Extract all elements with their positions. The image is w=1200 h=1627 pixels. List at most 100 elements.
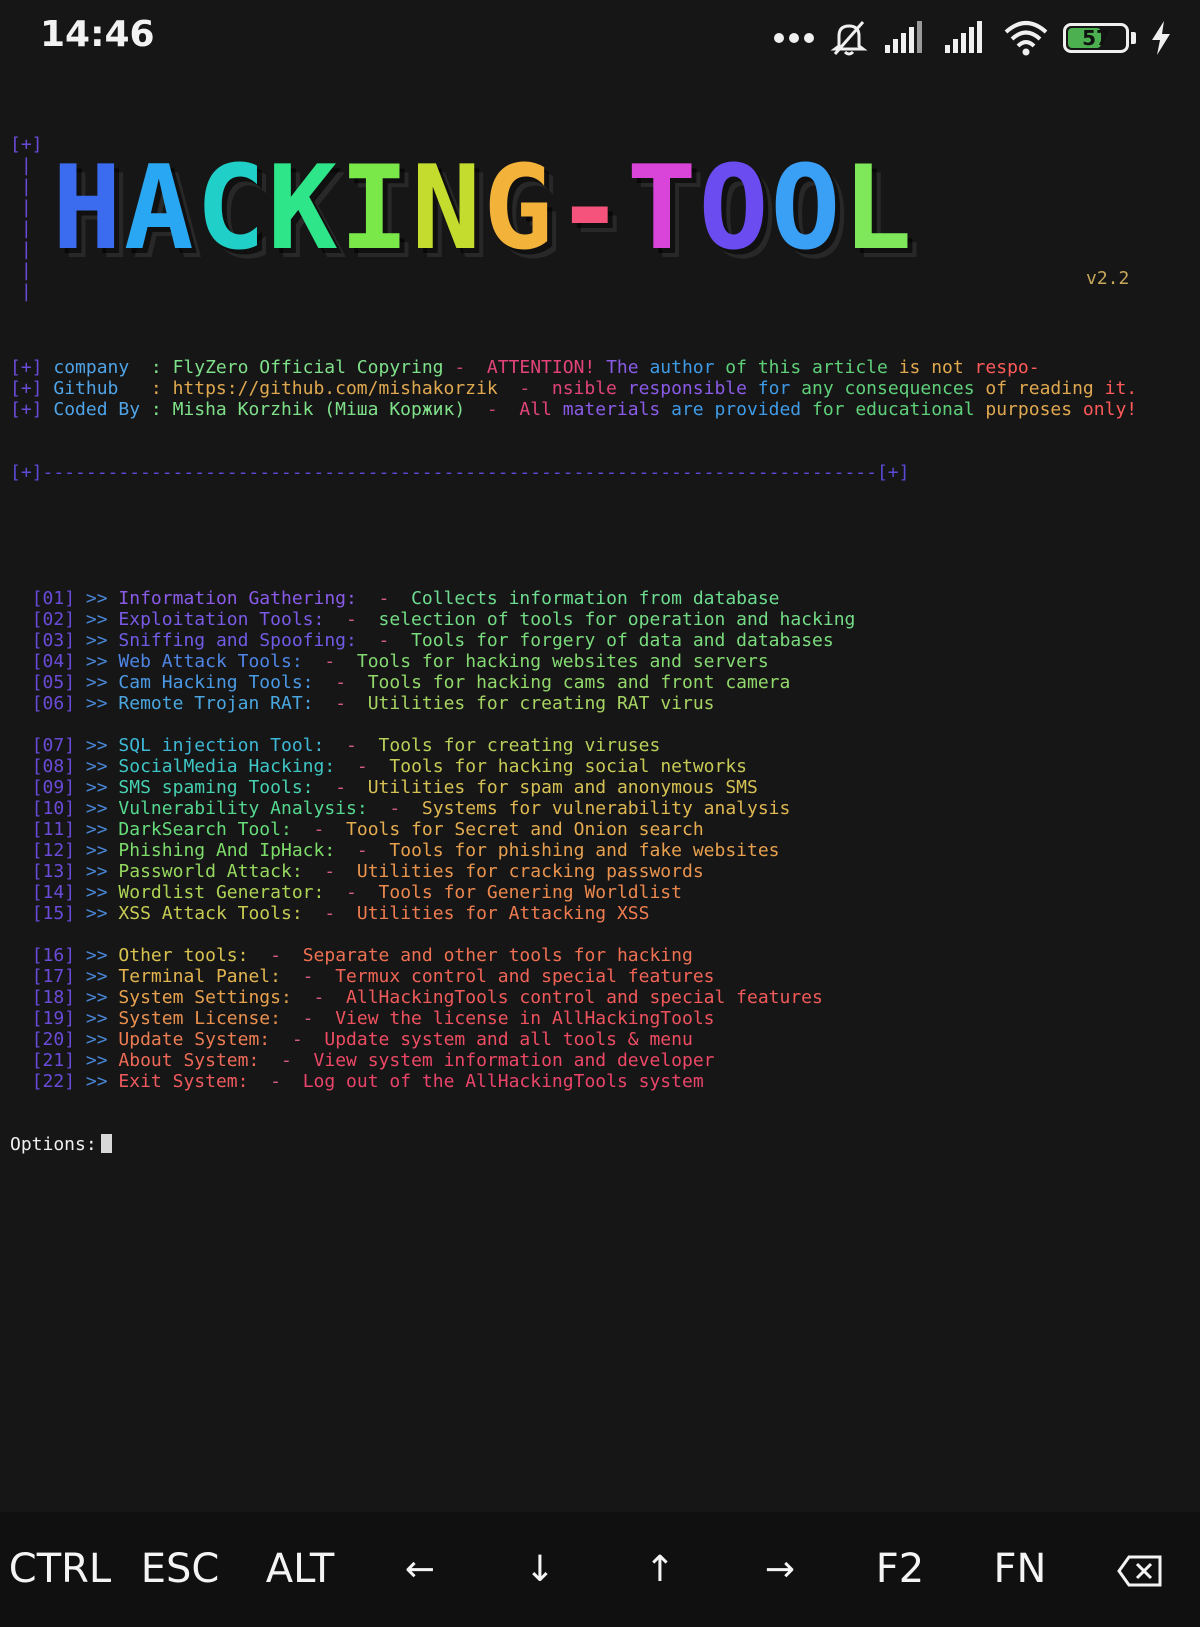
menu-item-number: [08]	[31, 756, 76, 777]
info-separator: [+]-------------------------------------…	[10, 462, 910, 483]
info-note: ATTENTION!	[486, 357, 596, 378]
menu-item[interactable]: [05] >> Cam Hacking Tools: - Tools for h…	[10, 672, 1190, 693]
menu-item[interactable]: [17] >> Terminal Panel: - Termux control…	[10, 966, 1190, 987]
menu-item-dash: -	[378, 588, 390, 609]
menu-indent	[10, 1071, 32, 1092]
menu-item[interactable]: [21] >> About System: - View system info…	[10, 1050, 1190, 1071]
menu-item[interactable]: [11] >> DarkSearch Tool: - Tools for Sec…	[10, 819, 1190, 840]
menu-indent	[10, 903, 32, 924]
menu-space	[400, 798, 422, 819]
info-note: responsible	[616, 378, 747, 399]
menu-item-description: Utilities for cracking passwords	[356, 861, 704, 882]
menu-space	[346, 693, 368, 714]
menu-item[interactable]: [18] >> System Settings: - AllHackingToo…	[10, 987, 1190, 1008]
menu-space	[108, 1029, 119, 1050]
menu-item-number: [11]	[31, 819, 76, 840]
f2-key[interactable]: F2	[840, 1512, 960, 1627]
menu-space	[292, 987, 314, 1008]
menu-item-number: [06]	[31, 693, 76, 714]
menu-item[interactable]: [16] >> Other tools: - Separate and othe…	[10, 945, 1190, 966]
menu-space	[314, 693, 336, 714]
banner-letter: L	[842, 141, 915, 276]
menu-item-dash: -	[270, 1071, 281, 1092]
menu-space	[108, 672, 119, 693]
menu-item-arrow: >>	[85, 588, 108, 609]
backspace-key[interactable]	[1080, 1512, 1200, 1627]
menu-item-description: selection of tools for operation and hac…	[378, 609, 856, 630]
left-arrow-key[interactable]: ←	[360, 1512, 480, 1627]
right-arrow-key[interactable]: →	[720, 1512, 840, 1627]
terminal-output[interactable]: [+] | | | | | | | HACKING-TOOL v2.2 [+] …	[10, 92, 1190, 1492]
up-arrow-key[interactable]: ↑	[600, 1512, 720, 1627]
menu-item-number: [13]	[31, 861, 76, 882]
info-dash: -	[497, 378, 552, 399]
info-dash: -	[465, 399, 520, 420]
menu-item-label: Wordlist Generator:	[118, 882, 325, 903]
menu-item[interactable]: [20] >> Update System: - Update system a…	[10, 1029, 1190, 1050]
menu-item-arrow: >>	[85, 840, 108, 861]
fn-key[interactable]: FN	[960, 1512, 1080, 1627]
battery-icon: 57	[1063, 23, 1129, 53]
menu-indent	[10, 966, 32, 987]
menu-space	[75, 819, 86, 840]
menu-indent	[10, 672, 32, 693]
menu-item[interactable]: [22] >> Exit System: - Log out of the Al…	[10, 1071, 1190, 1092]
banner-letter: O	[698, 141, 771, 276]
menu-space	[75, 651, 86, 672]
menu-item-number: [20]	[31, 1029, 76, 1050]
menu-item[interactable]: [19] >> System License: - View the licen…	[10, 1008, 1190, 1029]
menu-item-description: Tools for Genering Worldlist	[378, 882, 682, 903]
menu-item-dash: -	[291, 1029, 303, 1050]
menu-item-number: [16]	[31, 945, 76, 966]
menu-item[interactable]: [06] >> Remote Trojan RAT: - Utilities f…	[10, 693, 1190, 714]
menu-item[interactable]: [09] >> SMS spaming Tools: - Utilities f…	[10, 777, 1190, 798]
esc-key[interactable]: ESC	[120, 1512, 240, 1627]
menu-item[interactable]: [10] >> Vulnerability Analysis: - System…	[10, 798, 1190, 819]
menu-item-dash: -	[313, 987, 325, 1008]
info-note: materials	[551, 399, 661, 420]
menu-item[interactable]: [07] >> SQL injection Tool: - Tools for …	[10, 735, 1190, 756]
menu-item[interactable]: [02] >> Exploitation Tools: - selection …	[10, 609, 1190, 630]
menu-item[interactable]: [08] >> SocialMedia Hacking: - Tools for…	[10, 756, 1190, 777]
menu-space	[108, 819, 119, 840]
menu-item-description: Tools for hacking social networks	[389, 756, 748, 777]
menu-item[interactable]: [01] >> Information Gathering: - Collect…	[10, 588, 1190, 609]
menu-item[interactable]: [14] >> Wordlist Generator: - Tools for …	[10, 882, 1190, 903]
menu-item[interactable]: [12] >> Phishing And IpHack: - Tools for…	[10, 840, 1190, 861]
banner-letter: H	[52, 141, 124, 276]
menu-space	[75, 840, 86, 861]
menu-space	[108, 903, 119, 924]
down-arrow-key[interactable]: ↓	[480, 1512, 600, 1627]
menu-item-arrow: >>	[85, 693, 108, 714]
menu-item-description: Collects information from database	[411, 588, 780, 609]
menu-item-arrow: >>	[85, 903, 108, 924]
extra-keys-bar: CTRL ESC ALT ← ↓ ↑ → F2 FN	[0, 1512, 1200, 1627]
alt-key[interactable]: ALT	[240, 1512, 360, 1627]
banner-letter: N	[411, 141, 484, 276]
menu-item-dash: -	[313, 819, 325, 840]
options-prompt[interactable]: Options:	[10, 1134, 1190, 1155]
menu-item-label: SQL injection Tool:	[118, 735, 325, 756]
menu-item-label: Terminal Panel:	[118, 966, 281, 987]
menu-item[interactable]: [15] >> XSS Attack Tools: - Utilities fo…	[10, 903, 1190, 924]
menu-item-label: System Settings:	[118, 987, 292, 1008]
menu-item-description: Utilities for creating RAT virus	[367, 693, 715, 714]
menu-item-description: Log out of the AllHackingTools system	[302, 1071, 704, 1092]
menu-item[interactable]: [03] >> Sniffing and Spoofing: - Tools f…	[10, 630, 1190, 651]
menu-item[interactable]: [04] >> Web Attack Tools: - Tools for ha…	[10, 651, 1190, 672]
info-note: for	[746, 378, 791, 399]
menu-indent	[10, 1029, 32, 1050]
menu-space	[357, 588, 379, 609]
menu-item-dash: -	[335, 672, 347, 693]
status-icons: 57	[773, 16, 1172, 60]
menu-item[interactable]: [13] >> Passworld Attack: - Utilities fo…	[10, 861, 1190, 882]
menu-item-number: [05]	[31, 672, 76, 693]
ctrl-key[interactable]: CTRL	[0, 1512, 120, 1627]
menu-space	[108, 840, 119, 861]
menu-space	[259, 1050, 281, 1071]
menu-space	[292, 1050, 314, 1071]
menu-item-label: XSS Attack Tools:	[118, 903, 303, 924]
banner-frame: [+] | | | | | | |	[10, 134, 43, 302]
menu-item-description: Tools for forgery of data and databases	[411, 630, 834, 651]
menu-item-label: Phishing And IpHack:	[118, 840, 336, 861]
